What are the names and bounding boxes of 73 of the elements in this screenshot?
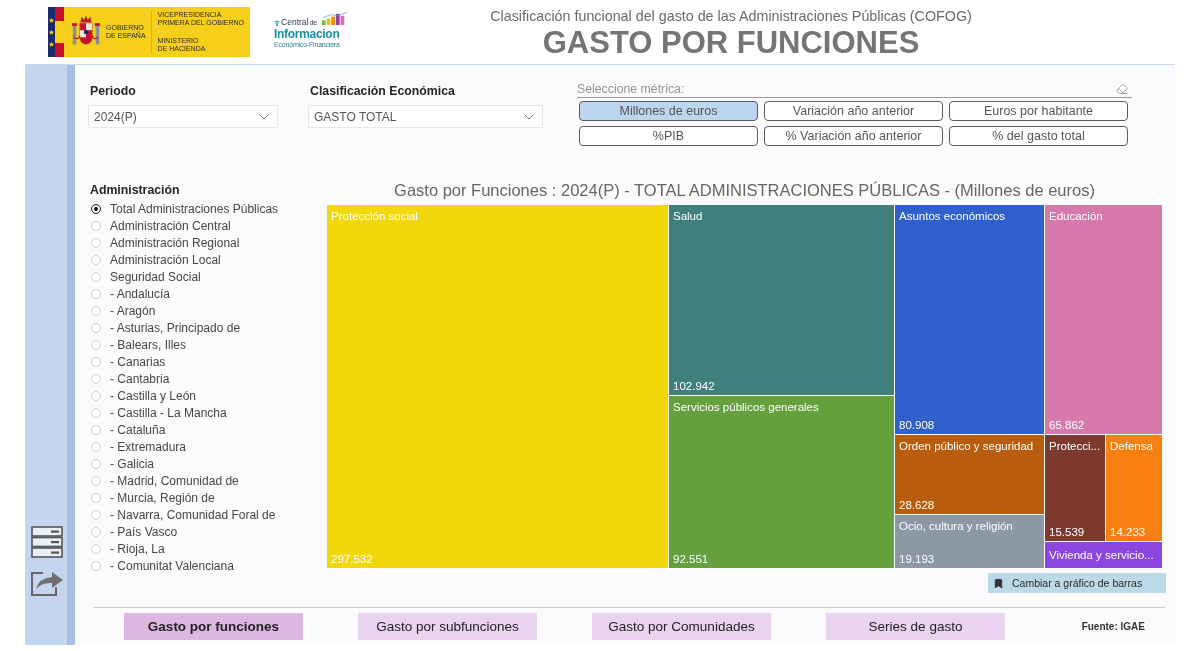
logo-text: Informacion <box>274 26 341 41</box>
tile-value: 80.908 <box>899 419 935 432</box>
nav-tab[interactable]: Gasto por funciones <box>124 613 303 640</box>
tile-value: 28.628 <box>899 499 935 512</box>
metric-label: Seleccione métrica: <box>577 83 685 96</box>
tile-label: Orden público y seguridad <box>899 440 1034 453</box>
radio-option[interactable]: Administración Regional <box>88 234 327 251</box>
filter-label: Administración <box>90 182 181 199</box>
switch-chart-button[interactable]: Cambiar a gráfico de barras <box>988 573 1166 593</box>
radio-option[interactable]: - Castilla - La Mancha <box>88 404 327 421</box>
stacked-rows-icon[interactable] <box>31 526 63 558</box>
tile-label: Salud <box>673 210 703 223</box>
logo-text: Central <box>281 16 309 27</box>
radio-option[interactable]: - Comunitat Valenciana <box>88 557 327 574</box>
metric-button[interactable]: % Variación año anterior <box>764 126 943 146</box>
tile-value: 19.193 <box>899 553 935 566</box>
radio-option[interactable]: - Castilla y León <box>88 387 327 404</box>
share-icon[interactable] <box>30 569 64 597</box>
nav-tab[interactable]: Gasto por subfunciones <box>358 613 537 640</box>
radio-option[interactable]: - Cataluña <box>88 421 327 438</box>
filter-label: Clasificación Económica <box>310 83 456 99</box>
tile-label: Ocio, cultura y religión <box>899 520 1013 533</box>
tile-label: Defensa <box>1110 440 1153 453</box>
tile-value: 297.532 <box>331 553 373 566</box>
radio-option[interactable]: - Navarra, Comunidad Foral de <box>88 506 327 523</box>
tile-value: 102.942 <box>673 380 715 393</box>
metric-button[interactable]: Euros por habitante <box>949 101 1128 121</box>
tile-label: Protecci... <box>1049 440 1101 453</box>
radio-option[interactable]: - Madrid, Comunidad de <box>88 472 327 489</box>
source-text: Fuente: IGAE <box>1081 621 1145 632</box>
nav-tab[interactable]: Series de gasto <box>826 613 1005 640</box>
radio-option[interactable]: - Canarias <box>88 353 327 370</box>
radio-option[interactable]: - País Vasco <box>88 523 327 540</box>
tile-label: Educación <box>1049 210 1103 223</box>
bookmark-icon <box>993 577 1004 589</box>
chart-title: Gasto por Funciones : 2024(P) - TOTAL ADMINISTRACIONES PÚBLICAS - (Millones de euros) <box>393 180 1096 201</box>
radio-option[interactable]: Seguridad Social <box>88 268 327 285</box>
metric-button[interactable]: Millones de euros <box>579 101 758 121</box>
radio-option[interactable]: - Cantabria <box>88 370 327 387</box>
dropdown[interactable]: GASTO TOTAL <box>308 105 543 128</box>
metric-button[interactable]: Variación año anterior <box>764 101 943 121</box>
radio-option[interactable]: - Extremadura <box>88 438 327 455</box>
radio-option[interactable]: - Balears, Illes <box>88 336 327 353</box>
radio-option[interactable]: - Andalucía <box>88 285 327 302</box>
tile-label: Protección social <box>331 210 418 223</box>
radio-button[interactable] <box>91 203 101 214</box>
metric-button[interactable]: % del gasto total <box>949 126 1128 146</box>
page-subtitle: Clasificación funcional del gasto de las Administraciones Públicas (COFOG) <box>490 7 972 25</box>
page-title: GASTO POR FUNCIONES <box>542 25 920 61</box>
tile-label: Asuntos económicos <box>899 210 1006 223</box>
metric-button[interactable]: %PIB <box>579 126 758 146</box>
tile-value: 92.551 <box>673 553 709 566</box>
dropdown-value: 2024(P) <box>94 109 137 124</box>
eraser-icon[interactable] <box>1116 83 1128 95</box>
radio-option[interactable]: Total Administraciones Públicas <box>88 200 327 217</box>
signal-icon <box>274 18 281 26</box>
radio-option[interactable]: Administración Local <box>88 251 327 268</box>
tile-label: Servicios públicos generales <box>673 401 819 414</box>
filter-label: Periodo <box>90 83 137 99</box>
tile-label: Vivienda y servicio... <box>1049 548 1154 562</box>
nav-tab[interactable]: Gasto por Comunidades <box>592 613 771 640</box>
tile-value: 65.862 <box>1049 419 1085 432</box>
radio-option[interactable]: Administración Central <box>88 217 327 234</box>
bar-chart-icon <box>322 11 349 25</box>
radio-option[interactable]: - Aragón <box>88 302 327 319</box>
dropdown-value: GASTO TOTAL <box>314 109 397 124</box>
tile-value: 14.233 <box>1110 526 1146 539</box>
tile-value: 15.539 <box>1049 526 1085 539</box>
radio-option[interactable]: - Murcia, Región de <box>88 489 327 506</box>
dropdown[interactable]: 2024(P) <box>88 105 278 128</box>
radio-option[interactable]: - Rioja, La <box>88 540 327 557</box>
radio-option[interactable]: - Asturias, Principado de <box>88 319 327 336</box>
radio-option[interactable]: - Galicia <box>88 455 327 472</box>
